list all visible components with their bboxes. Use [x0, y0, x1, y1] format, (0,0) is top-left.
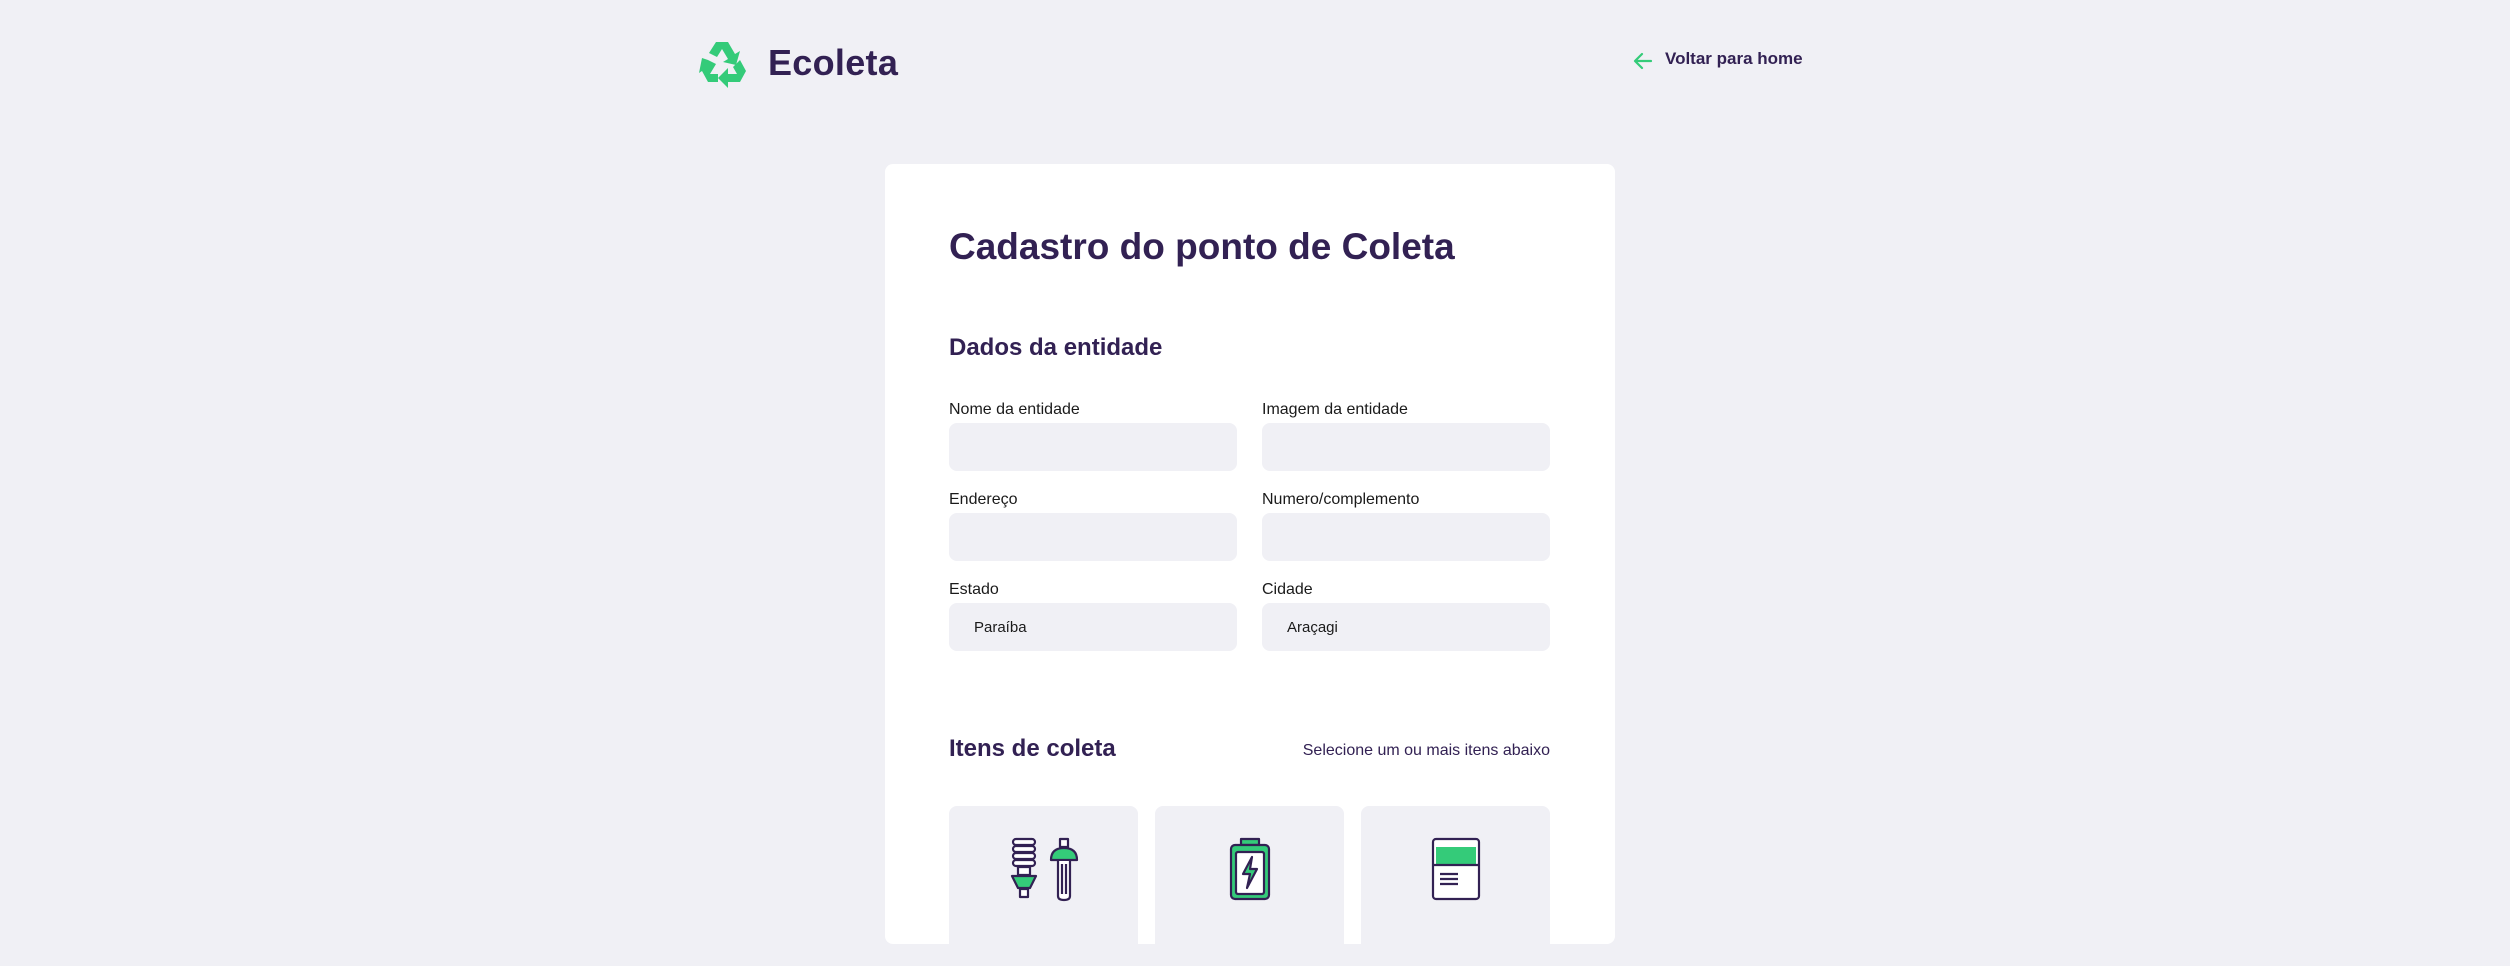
city-select[interactable]: Araçagi [1262, 603, 1550, 651]
item-card-batteries[interactable] [1155, 806, 1344, 966]
address-input[interactable] [949, 513, 1237, 561]
registration-form-card: Cadastro do ponto de Coleta Dados da ent… [885, 164, 1615, 966]
entity-image-label: Imagem da entidade [1262, 401, 1408, 418]
city-field: Cidade Araçagi [1262, 581, 1550, 651]
back-to-home-link[interactable]: Voltar para home [1633, 48, 1803, 70]
number-input[interactable] [1262, 513, 1550, 561]
state-select[interactable]: Paraíba [949, 603, 1237, 651]
paper-icon [1431, 837, 1480, 901]
entity-name-input[interactable] [949, 423, 1237, 471]
page-title: Cadastro do ponto de Coleta [949, 226, 1455, 267]
address-label: Endereço [949, 491, 1018, 508]
state-field: Estado Paraíba [949, 581, 1237, 651]
lamps-icon [1010, 837, 1078, 902]
logo: Ecoleta [698, 38, 898, 88]
address-field: Endereço [949, 491, 1237, 561]
entity-image-input[interactable] [1262, 423, 1550, 471]
header: Ecoleta Voltar para home [0, 0, 2510, 130]
state-label: Estado [949, 581, 999, 598]
items-hint: Selecione um ou mais itens abaixo [1302, 742, 1550, 759]
battery-icon [1229, 837, 1270, 901]
items-section-title: Itens de coleta [949, 735, 1116, 762]
entity-name-label: Nome da entidade [949, 401, 1080, 418]
back-to-home-label: Voltar para home [1665, 49, 1803, 68]
arrow-left-icon [1633, 52, 1653, 70]
number-field: Numero/complemento [1262, 491, 1550, 561]
recycle-icon [699, 42, 746, 88]
number-label: Numero/complemento [1262, 491, 1420, 508]
entity-image-field: Imagem da entidade [1262, 401, 1550, 471]
item-card-paper[interactable] [1361, 806, 1550, 966]
entity-section-title: Dados da entidade [949, 334, 1163, 361]
item-card-lamps[interactable] [949, 806, 1138, 966]
city-label: Cidade [1262, 581, 1313, 598]
entity-name-field: Nome da entidade [949, 401, 1237, 471]
logo-text: Ecoleta [768, 42, 899, 83]
